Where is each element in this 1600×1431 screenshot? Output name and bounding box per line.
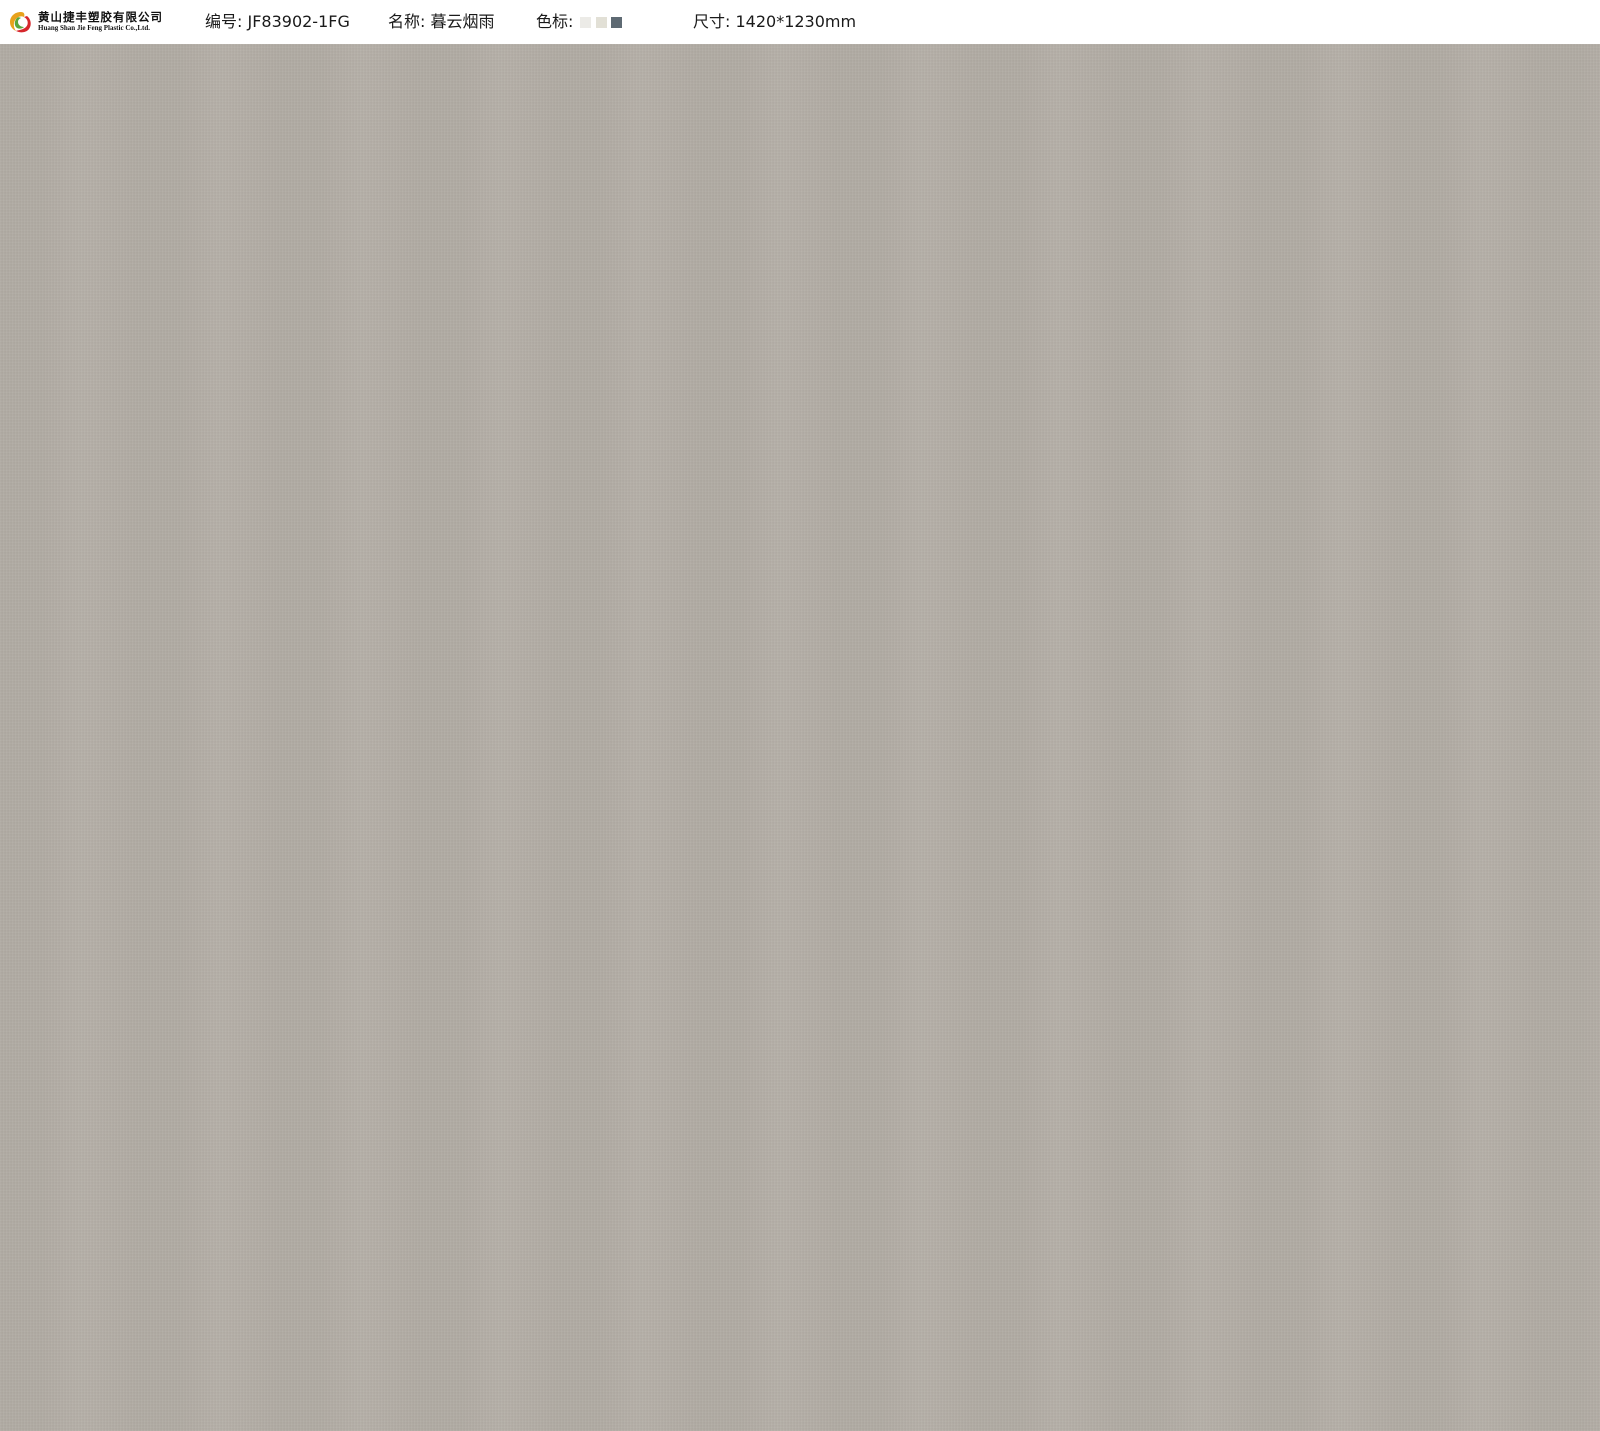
color-swatch-1	[580, 17, 591, 28]
logo-company-name-cn: 黄山捷丰塑胶有限公司	[38, 10, 163, 24]
color-swatch-2	[596, 17, 607, 28]
color-swatch-3	[611, 17, 622, 28]
logo-mark-icon	[10, 12, 31, 33]
logo-company-name-en: Huang Shan Jie Feng Plastic Co.,Ltd.	[38, 24, 151, 32]
fabric-texture-sample	[0, 44, 1600, 1431]
product-code: 编号: JF83902-1FG	[205, 12, 350, 31]
product-size: 尺寸: 1420*1230mm	[693, 12, 857, 31]
header-bar: 黄山捷丰塑胶有限公司 Huang Shan Jie Feng Plastic C…	[0, 0, 1600, 44]
company-logo: 黄山捷丰塑胶有限公司 Huang Shan Jie Feng Plastic C…	[8, 8, 168, 36]
product-name: 名称: 暮云烟雨	[388, 12, 495, 31]
color-label: 色标:	[536, 12, 574, 31]
